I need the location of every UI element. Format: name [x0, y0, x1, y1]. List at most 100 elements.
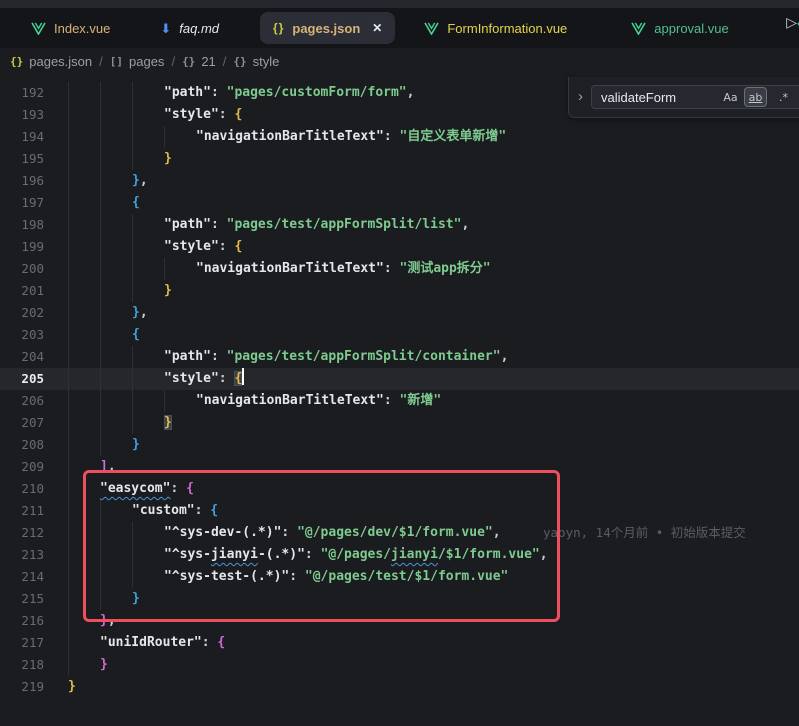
- indent-guide: [132, 214, 133, 236]
- code-line-199[interactable]: 199"style": {: [0, 236, 799, 258]
- code-line-218[interactable]: 218}: [0, 654, 799, 676]
- token: :: [384, 129, 400, 144]
- code-text: "path": "pages/customForm/form",: [164, 82, 414, 104]
- whole-word-button[interactable]: ab: [745, 88, 766, 106]
- breadcrumb-item-pages[interactable]: []pages: [110, 54, 165, 69]
- indent-guide: [132, 390, 133, 412]
- code-text: "navigationBarTitleText": "自定义表单新增": [196, 126, 506, 148]
- indent-guide: [100, 258, 101, 280]
- code-line-196[interactable]: 196},: [0, 170, 799, 192]
- vue-icon: [424, 22, 439, 35]
- token: "uniIdRouter": [100, 635, 202, 650]
- code-line-197[interactable]: 197{: [0, 192, 799, 214]
- token: {: [132, 195, 140, 210]
- tab-pages-json[interactable]: {}pages.json✕: [260, 12, 395, 44]
- code-line-201[interactable]: 201}: [0, 280, 799, 302]
- token: :: [289, 569, 305, 584]
- line-number: 215: [0, 588, 44, 610]
- vue-icon: [631, 22, 646, 35]
- code-line-219[interactable]: 219}: [0, 676, 799, 698]
- indent-guide: [100, 170, 101, 192]
- code-line-200[interactable]: 200"navigationBarTitleText": "测试app拆分": [0, 258, 799, 280]
- code-line-194[interactable]: 194"navigationBarTitleText": "自定义表单新增": [0, 126, 799, 148]
- code-line-211[interactable]: 211"custom": {: [0, 500, 799, 522]
- code-line-209[interactable]: 209],: [0, 456, 799, 478]
- git-blame-annotation: yaoyn, 14个月前 • 初始版本提交: [543, 522, 746, 544]
- editor-code-area[interactable]: 192"path": "pages/customForm/form",193"s…: [0, 75, 799, 726]
- indent-guide: [68, 302, 69, 324]
- token: :: [281, 525, 297, 540]
- code-text: "path": "pages/test/appFormSplit/list",: [164, 214, 469, 236]
- find-input[interactable]: [592, 86, 717, 108]
- tab-faq-md[interactable]: ⬇faq.md: [147, 12, 232, 44]
- match-case-button[interactable]: Aa: [720, 88, 741, 106]
- code-line-217[interactable]: 217"uniIdRouter": {: [0, 632, 799, 654]
- tab-label: Index.vue: [54, 21, 110, 36]
- token: :: [219, 371, 235, 386]
- token: "path": [164, 217, 211, 232]
- token: ,: [461, 217, 469, 232]
- token: "自定义表单新增": [400, 129, 507, 144]
- code-line-205[interactable]: 205"style": {: [0, 368, 799, 390]
- code-line-207[interactable]: 207}: [0, 412, 799, 434]
- code-line-206[interactable]: 206"navigationBarTitleText": "新增": [0, 390, 799, 412]
- find-expand-chevron-icon[interactable]: ›: [569, 88, 591, 107]
- code-line-210[interactable]: 210"easycom": {: [0, 478, 799, 500]
- tab-index-vue[interactable]: Index.vue: [18, 12, 123, 44]
- symbol-icon: {}: [182, 55, 195, 68]
- code-text: "easycom": {: [100, 478, 194, 500]
- line-number: 209: [0, 456, 44, 478]
- indent-guide: [68, 192, 69, 214]
- breadcrumb-separator: /: [171, 54, 175, 69]
- line-number: 216: [0, 610, 44, 632]
- breadcrumb-label: style: [253, 54, 280, 69]
- code-line-202[interactable]: 202},: [0, 302, 799, 324]
- indent-guide: [68, 346, 69, 368]
- token: jianyi: [211, 547, 258, 562]
- code-text: "custom": {: [132, 500, 218, 522]
- indent-guide: [68, 390, 69, 412]
- code-line-215[interactable]: 215}: [0, 588, 799, 610]
- breadcrumb-item-21[interactable]: {}21: [182, 54, 216, 69]
- code-line-195[interactable]: 195}: [0, 148, 799, 170]
- code-line-213[interactable]: 213"^sys-jianyi-(.*)": "@/pages/jianyi/$…: [0, 544, 799, 566]
- tab-forminformation-vue[interactable]: FormInformation.vue: [411, 12, 580, 44]
- code-text: },: [132, 302, 148, 324]
- line-number: 200: [0, 258, 44, 280]
- token: :: [219, 107, 235, 122]
- indent-guide: [132, 148, 133, 170]
- code-text: "style": {: [164, 368, 244, 390]
- line-number: 202: [0, 302, 44, 324]
- indent-guide: [100, 192, 101, 214]
- code-line-216[interactable]: 216},: [0, 610, 799, 632]
- indent-guide: [132, 104, 133, 126]
- token: ,: [540, 547, 548, 562]
- token: "pages/customForm/form": [227, 85, 407, 100]
- code-line-212[interactable]: 212"^sys-dev-(.*)": "@/pages/dev/$1/form…: [0, 522, 799, 544]
- token: ,: [108, 613, 116, 628]
- token: "@/pages/dev/$1/form.vue": [297, 525, 493, 540]
- line-number: 203: [0, 324, 44, 346]
- close-icon[interactable]: ✕: [372, 21, 382, 35]
- breadcrumb-item-style[interactable]: {}style: [233, 54, 279, 69]
- code-line-198[interactable]: 198"path": "pages/test/appFormSplit/list…: [0, 214, 799, 236]
- find-widget: › Aa ab .*: [568, 77, 799, 118]
- tab-overflow-icon[interactable]: ▷: [786, 14, 797, 31]
- token: "custom": [132, 503, 195, 518]
- code-text: }: [164, 148, 172, 170]
- token: "style": [164, 239, 219, 254]
- code-line-208[interactable]: 208}: [0, 434, 799, 456]
- tab-approval-vue[interactable]: approval.vue: [618, 12, 741, 44]
- code-line-204[interactable]: 204"path": "pages/test/appFormSplit/cont…: [0, 346, 799, 368]
- regex-button[interactable]: .*: [773, 88, 794, 106]
- indent-guide: [100, 566, 101, 588]
- code-line-203[interactable]: 203 {: [0, 324, 799, 346]
- line-number: 206: [0, 390, 44, 412]
- token: :: [384, 393, 400, 408]
- code-text: }: [132, 588, 140, 610]
- indent-guide: [100, 544, 101, 566]
- indent-guide: [68, 522, 69, 544]
- token: {: [132, 327, 140, 342]
- breadcrumb-item-pages.json[interactable]: {}pages.json: [10, 54, 92, 69]
- code-line-214[interactable]: 214"^sys-test-(.*)": "@/pages/test/$1/fo…: [0, 566, 799, 588]
